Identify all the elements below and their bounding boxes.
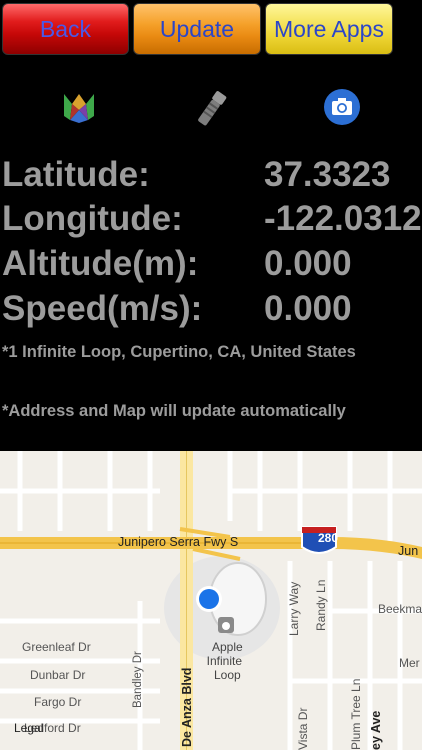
legal-link[interactable]: Legal [14, 721, 43, 735]
app-logo-icon[interactable] [62, 90, 96, 124]
more-apps-button[interactable]: More Apps [265, 3, 393, 55]
street-plum-tree: Plum Tree Ln [349, 678, 363, 750]
highway-shield-number: 280 [318, 531, 339, 545]
altitude-label: Altitude(m): [2, 244, 199, 283]
junction-label: Jun [398, 544, 419, 558]
street-randy: Randy Ln [314, 579, 328, 631]
back-button[interactable]: Back [2, 3, 129, 55]
altitude-value: 0.000 [264, 244, 352, 283]
speed-label: Speed(m/s): [2, 289, 203, 328]
latitude-label: Latitude: [2, 155, 150, 194]
street-vista: Vista Dr [296, 707, 310, 750]
flashlight-icon[interactable] [194, 88, 228, 128]
latitude-value: 37.3323 [264, 155, 391, 194]
street-mer: Mer [399, 656, 420, 670]
camera-icon[interactable] [324, 89, 360, 125]
update-button[interactable]: Update [133, 3, 261, 55]
street-greenleaf: Greenleaf Dr [22, 640, 91, 654]
street-fargo: Fargo Dr [34, 695, 82, 709]
map-view[interactable]: 280 Junipero Serra Fwy S Jun Apple Infin… [0, 451, 422, 750]
street-bandley: Bandley Dr [132, 651, 144, 708]
poi-line-2: Infinite [206, 654, 243, 668]
poi-line-3: Loop [214, 668, 241, 682]
street-dunbar: Dunbar Dr [30, 668, 86, 682]
highway-label: Junipero Serra Fwy S [118, 535, 239, 549]
street-beekman: Beekman [378, 602, 422, 616]
longitude-value: -122.0312 [264, 199, 422, 238]
street-larry: Larry Way [287, 581, 301, 636]
poi-line-1: Apple [212, 640, 243, 654]
street-ey-ave: ey Ave [369, 710, 383, 750]
speed-value: 0.000 [264, 289, 352, 328]
street-de-anza: De Anza Blvd [180, 667, 194, 747]
poi-apple-label[interactable]: Apple Infinite Loop [206, 640, 243, 682]
auto-update-note: *Address and Map will update automatical… [2, 402, 346, 420]
address-text: *1 Infinite Loop, Cupertino, CA, United … [2, 343, 356, 361]
longitude-label: Longitude: [2, 199, 183, 238]
